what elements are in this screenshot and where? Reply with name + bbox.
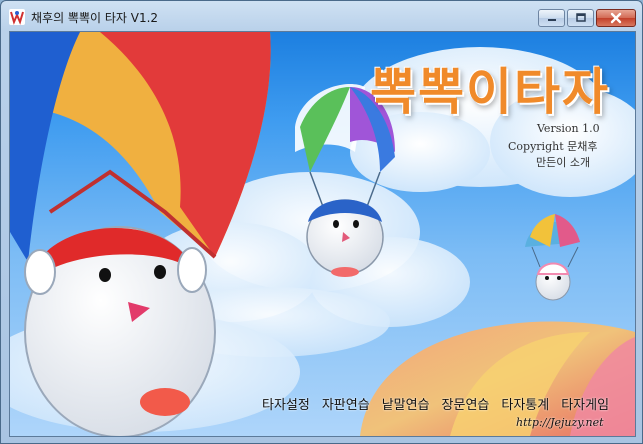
menu-word-practice[interactable]: 낱말연습 (382, 394, 430, 413)
app-window: 채후의 뽁뽁이 타자 V1.2 뽁뽁이타자 Version 1.0 Copyri… (0, 0, 643, 444)
penguin-small (525, 214, 580, 301)
splash-screen: 뽁뽁이타자 Version 1.0 Copyright 문채후 만든이 소개 타… (9, 31, 636, 437)
close-icon (610, 12, 622, 24)
maximize-button[interactable] (567, 9, 594, 27)
minimize-button[interactable] (538, 9, 565, 27)
menu-long-text-practice[interactable]: 장문연습 (442, 394, 490, 413)
menu-typing-game[interactable]: 타자게임 (561, 394, 609, 413)
maximize-icon (575, 13, 586, 22)
menu-typing-statistics[interactable]: 타자통계 (501, 394, 549, 413)
penguin-large (24, 226, 216, 436)
menu-keyboard-practice[interactable]: 자판연습 (322, 394, 370, 413)
window-title: 채후의 뽁뽁이 타자 V1.2 (31, 11, 159, 25)
menu-typing-settings[interactable]: 타자설정 (262, 394, 310, 413)
logo-title: 뽁뽁이타자 (370, 63, 610, 121)
version-label: Version 1.0 (537, 122, 600, 135)
maker-info-link[interactable]: 만든이 소개 (536, 154, 590, 170)
main-menu: 타자설정 자판연습 낱말연습 장문연습 타자통계 타자게임 (262, 394, 609, 413)
minimize-icon (547, 19, 556, 21)
website-link[interactable]: http://Jejuzy.net (516, 416, 604, 429)
title-bar[interactable]: 채후의 뽁뽁이 타자 V1.2 (1, 1, 642, 31)
copyright-label: Copyright 문채후 (508, 140, 598, 153)
app-logo-icon (9, 9, 25, 25)
close-button[interactable] (596, 9, 636, 27)
